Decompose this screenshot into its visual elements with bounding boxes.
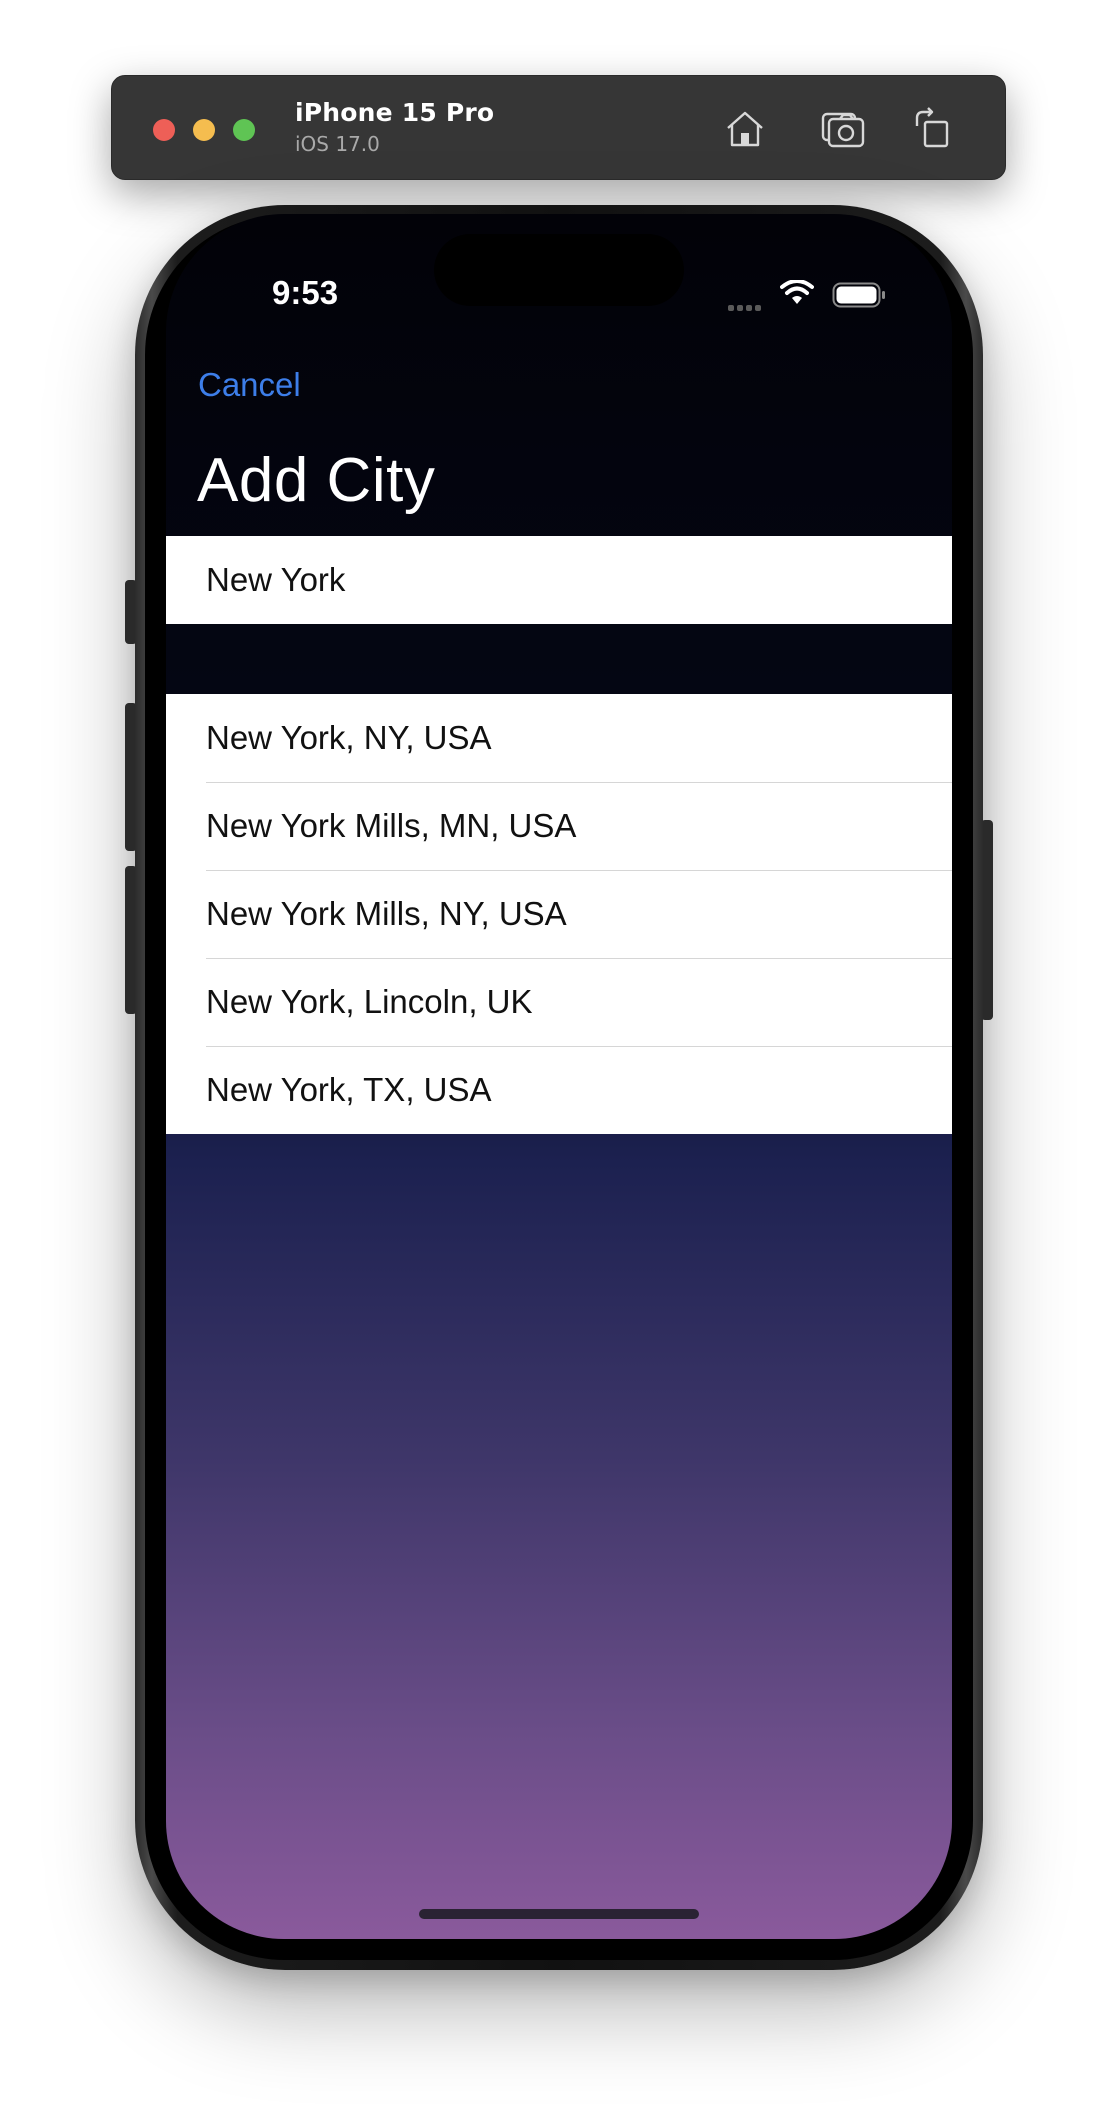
window-close-button[interactable] bbox=[153, 119, 175, 141]
city-search-input[interactable] bbox=[206, 536, 906, 624]
search-row bbox=[166, 536, 952, 624]
window-minimize-button[interactable] bbox=[193, 119, 215, 141]
home-icon[interactable] bbox=[722, 106, 768, 152]
screenshot-icon[interactable] bbox=[820, 106, 866, 152]
device-name: iPhone 15 Pro bbox=[295, 98, 495, 127]
cellular-signal-icon bbox=[728, 298, 768, 311]
page-title: Add City bbox=[197, 446, 436, 515]
search-result-item[interactable]: New York, TX, USA bbox=[166, 1046, 952, 1134]
search-result-item[interactable]: New York Mills, MN, USA bbox=[166, 782, 952, 870]
simulator-toolbar: iPhone 15 Pro iOS 17.0 bbox=[111, 75, 1006, 180]
rotate-icon[interactable] bbox=[910, 106, 956, 152]
dynamic-island bbox=[434, 234, 684, 306]
wifi-icon bbox=[780, 279, 814, 306]
search-results-list: New York, NY, USA New York Mills, MN, US… bbox=[166, 694, 952, 1134]
search-result-item[interactable]: New York, NY, USA bbox=[166, 694, 952, 782]
home-indicator[interactable] bbox=[419, 1909, 699, 1919]
search-result-item[interactable]: New York Mills, NY, USA bbox=[166, 870, 952, 958]
cancel-button[interactable]: Cancel bbox=[198, 366, 301, 404]
os-version: iOS 17.0 bbox=[295, 132, 380, 156]
search-result-item[interactable]: New York, Lincoln, UK bbox=[166, 958, 952, 1046]
window-zoom-button[interactable] bbox=[233, 119, 255, 141]
battery-icon bbox=[832, 282, 886, 308]
device-screen: 9:53 Cancel Add City New York, NY, USA N… bbox=[166, 214, 952, 1939]
status-time: 9:53 bbox=[272, 274, 339, 311]
